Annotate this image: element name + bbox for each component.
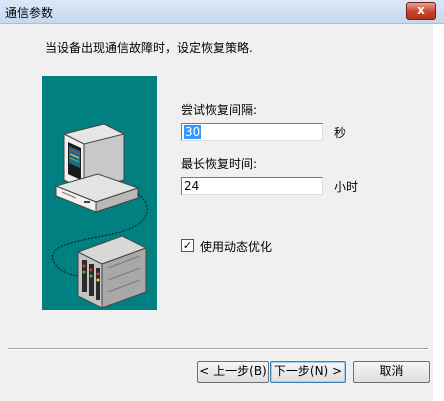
instruction-text: 当设备出现通信故障时，设定恢复策略.	[45, 41, 253, 55]
max-recovery-time-unit: 小时	[334, 180, 359, 194]
wizard-illustration	[42, 76, 157, 310]
window-title: 通信参数	[5, 6, 54, 20]
plc-device-icon	[76, 235, 148, 309]
back-button[interactable]: < 上一步(B)	[197, 361, 269, 383]
close-icon: x	[417, 3, 425, 17]
close-button[interactable]: x	[406, 2, 436, 20]
computer-plc-illustration	[52, 123, 148, 309]
max-recovery-time-label: 最长恢复时间:	[181, 157, 258, 171]
title-bar[interactable]: 通信参数 x	[0, 0, 444, 24]
dynamic-optimization-checkbox[interactable]: ✓	[181, 239, 194, 252]
footer-separator	[8, 348, 428, 350]
next-button[interactable]: 下一步(N) >	[270, 361, 346, 383]
retry-interval-label: 尝试恢复间隔:	[181, 103, 258, 117]
retry-interval-unit: 秒	[334, 126, 347, 140]
dynamic-optimization-label[interactable]: 使用动态优化	[200, 238, 272, 255]
retry-interval-input[interactable]: 30	[181, 123, 323, 141]
max-recovery-time-input[interactable]: 24	[181, 177, 323, 195]
window-frame-edge	[433, 24, 444, 401]
retry-interval-value: 30	[184, 125, 202, 139]
computer-icon	[54, 123, 140, 213]
dialog-window: 通信参数 x 当设备出现通信故障时，设定恢复策略. 尝试恢复间隔: 30 秒 最…	[0, 0, 444, 401]
max-recovery-time-value: 24	[184, 179, 200, 193]
cancel-button[interactable]: 取消	[353, 361, 430, 383]
check-icon: ✓	[182, 239, 193, 252]
